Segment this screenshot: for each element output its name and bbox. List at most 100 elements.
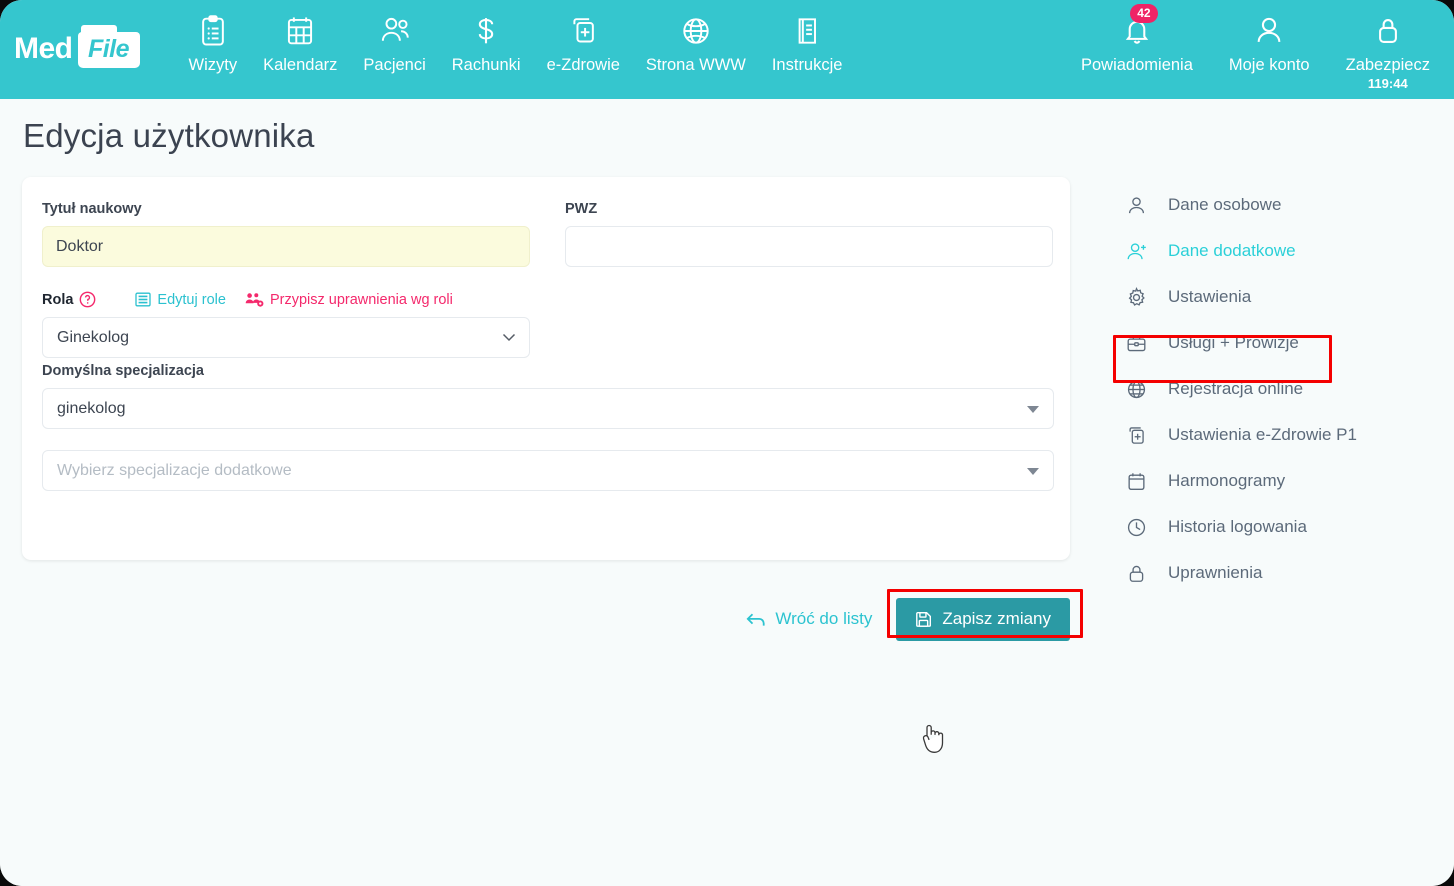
nav-item-wizyty[interactable]: Wizyty <box>176 12 251 75</box>
nav-item-moje-konto[interactable]: Moje konto <box>1211 12 1328 75</box>
briefcase-icon <box>1126 333 1156 354</box>
page-body: Edycja użytkownika Tytuł naukowy Rola <box>0 99 1454 886</box>
default-specialization-label: Domyślna specjalizacja <box>42 363 204 379</box>
save-button-wrapper: Zapisz zmiany <box>887 588 1084 641</box>
lock-icon <box>1126 563 1156 584</box>
sidebar-item-historia-logowania[interactable]: Historia logowania <box>1114 504 1434 550</box>
sidebar-item-harmonogramy[interactable]: Harmonogramy <box>1114 458 1434 504</box>
sidebar-item-dane-osobowe[interactable]: Dane osobowe <box>1114 182 1434 228</box>
edit-roles-link-label: Edytuj role <box>157 291 226 308</box>
globe-icon <box>680 12 712 50</box>
book-icon <box>792 12 822 50</box>
user-plus-icon <box>1126 241 1156 262</box>
app-logo[interactable]: Med File <box>14 25 140 72</box>
medical-card-icon <box>1126 425 1156 446</box>
nav-item-kalendarz[interactable]: Kalendarz <box>250 12 350 75</box>
sidebar-item-ustawienia[interactable]: Ustawienia <box>1114 274 1434 320</box>
lock-icon <box>1373 12 1403 50</box>
nav-label-powiadomienia: Powiadomienia <box>1080 56 1193 74</box>
pwz-input[interactable] <box>565 226 1053 267</box>
triangle-down-icon <box>1027 405 1039 413</box>
save-button[interactable]: Zapisz zmiany <box>896 597 1070 641</box>
assign-permissions-link[interactable]: Przypisz uprawnienia wg roli <box>245 292 453 308</box>
sidebar-item-ustawienia-ezdrowie-p1[interactable]: Ustawienia e-Zdrowie P1 <box>1114 412 1434 458</box>
sidebar-item-rejestracja-online[interactable]: Rejestracja online <box>1114 366 1434 412</box>
session-timer: 119:44 <box>1367 76 1408 91</box>
bell-icon: 42 <box>1122 4 1158 50</box>
chevron-down-icon <box>502 329 516 347</box>
nav-label-ezdrowie: e-Zdrowie <box>546 56 620 74</box>
sidebar-item-uprawnienia[interactable]: Uprawnienia <box>1114 550 1434 596</box>
nav-item-pacjenci[interactable]: Pacjenci <box>350 12 438 75</box>
logo-file-text: File <box>87 35 130 63</box>
user-edit-form-card: Tytuł naukowy Rola <box>22 177 1070 560</box>
back-to-list-label: Wróć do listy <box>775 609 873 628</box>
back-to-list-link[interactable]: Wróć do listy <box>746 609 872 629</box>
users-icon <box>378 12 412 50</box>
role-label: Rola <box>42 291 74 308</box>
notification-badge: 42 <box>1129 4 1158 23</box>
form-column-right: PWZ <box>565 201 1053 267</box>
mouse-cursor-pointer <box>921 722 947 756</box>
sidebar-label-harmonogramy: Harmonogramy <box>1168 471 1286 490</box>
nav-label-zabezpiecz: Zabezpiecz <box>1345 56 1430 74</box>
sidebar-label-dane-osobowe: Dane osobowe <box>1168 195 1282 214</box>
role-label-row: Rola Edytuj role Przypisz uprawnienia wg… <box>42 291 530 308</box>
sidebar-label-rejestracja-online: Rejestracja online <box>1168 379 1304 398</box>
nav-label-pacjenci: Pacjenci <box>363 56 426 74</box>
clipboard-icon <box>198 12 228 50</box>
nav-item-strona-www[interactable]: Strona WWW <box>633 12 759 75</box>
sidebar-label-ustawienia: Ustawienia <box>1168 287 1252 306</box>
user-sections-menu: Dane osobowe Dane dodatkowe Ustawienia U… <box>1114 182 1434 596</box>
nav-label-instrukcje: Instrukcje <box>771 56 843 74</box>
additional-specializations-select[interactable]: Wybierz specjalizacje dodatkowe <box>42 450 1054 491</box>
nav-label-rachunki: Rachunki <box>451 56 521 74</box>
sidebar-label-uslugi-prowizje: Usługi + Prowizje <box>1168 333 1299 352</box>
role-select-value: Ginekolog <box>57 328 130 346</box>
logo-med-text: Med <box>14 32 73 65</box>
pwz-label: PWZ <box>565 201 598 217</box>
back-arrow-icon <box>746 611 766 628</box>
dollar-icon <box>471 12 501 50</box>
sidebar-label-historia-logowania: Historia logowania <box>1168 517 1307 536</box>
additional-specializations-placeholder: Wybierz specjalizacje dodatkowe <box>57 461 292 479</box>
nav-label-kalendarz: Kalendarz <box>263 56 338 74</box>
save-disk-icon <box>915 611 932 628</box>
academic-title-input[interactable] <box>42 226 530 267</box>
medical-card-icon <box>568 12 598 50</box>
form-actions: Wróć do listy Zapisz zmiany <box>22 584 1084 654</box>
page-title: Edycja użytkownika <box>23 117 315 154</box>
nav-item-powiadomienia[interactable]: 42 Powiadomienia <box>1063 4 1211 75</box>
sidebar-item-dane-dodatkowe[interactable]: Dane dodatkowe <box>1114 228 1434 274</box>
sidebar-item-uslugi-prowizje[interactable]: Usługi + Prowizje <box>1114 320 1434 366</box>
default-specialization-select[interactable]: ginekolog <box>42 388 1054 429</box>
users-gear-icon <box>245 292 264 308</box>
nav-item-rachunki[interactable]: Rachunki <box>439 12 534 75</box>
nav-item-instrukcje[interactable]: Instrukcje <box>759 12 856 75</box>
globe-icon <box>1126 379 1156 400</box>
nav-label-strona-www: Strona WWW <box>645 56 746 74</box>
question-mark-icon[interactable] <box>79 291 96 308</box>
nav-item-ezdrowie[interactable]: e-Zdrowie <box>534 12 633 75</box>
calendar-icon <box>1126 471 1156 492</box>
sidebar-label-ustawienia-ezdrowie-p1: Ustawienia e-Zdrowie P1 <box>1168 425 1357 444</box>
sidebar-label-uprawnienia: Uprawnienia <box>1168 563 1263 582</box>
calendar-icon <box>285 12 315 50</box>
sidebar-label-dane-dodatkowe: Dane dodatkowe <box>1168 241 1296 260</box>
edit-roles-link[interactable]: Edytuj role <box>135 292 226 308</box>
gear-icon <box>1126 286 1156 308</box>
logo-file-badge: File <box>77 25 140 70</box>
list-icon <box>135 292 152 307</box>
primary-nav: Wizyty Kalendarz Pacjenci Rachunki e-Zdr… <box>176 12 856 75</box>
default-specialization-value: ginekolog <box>57 399 126 417</box>
specialization-group: Domyślna specjalizacja ginekolog Wybierz… <box>42 363 1054 491</box>
nav-label-wizyty: Wizyty <box>188 56 238 74</box>
save-button-label: Zapisz zmiany <box>942 609 1051 628</box>
user-icon <box>1126 195 1156 216</box>
clock-icon <box>1126 517 1156 538</box>
form-column-left: Tytuł naukowy Rola <box>42 201 530 358</box>
nav-item-zabezpiecz[interactable]: Zabezpiecz 119:44 <box>1328 12 1448 91</box>
user-icon <box>1254 12 1284 50</box>
triangle-down-icon <box>1027 467 1039 475</box>
role-select[interactable]: Ginekolog <box>42 317 530 358</box>
